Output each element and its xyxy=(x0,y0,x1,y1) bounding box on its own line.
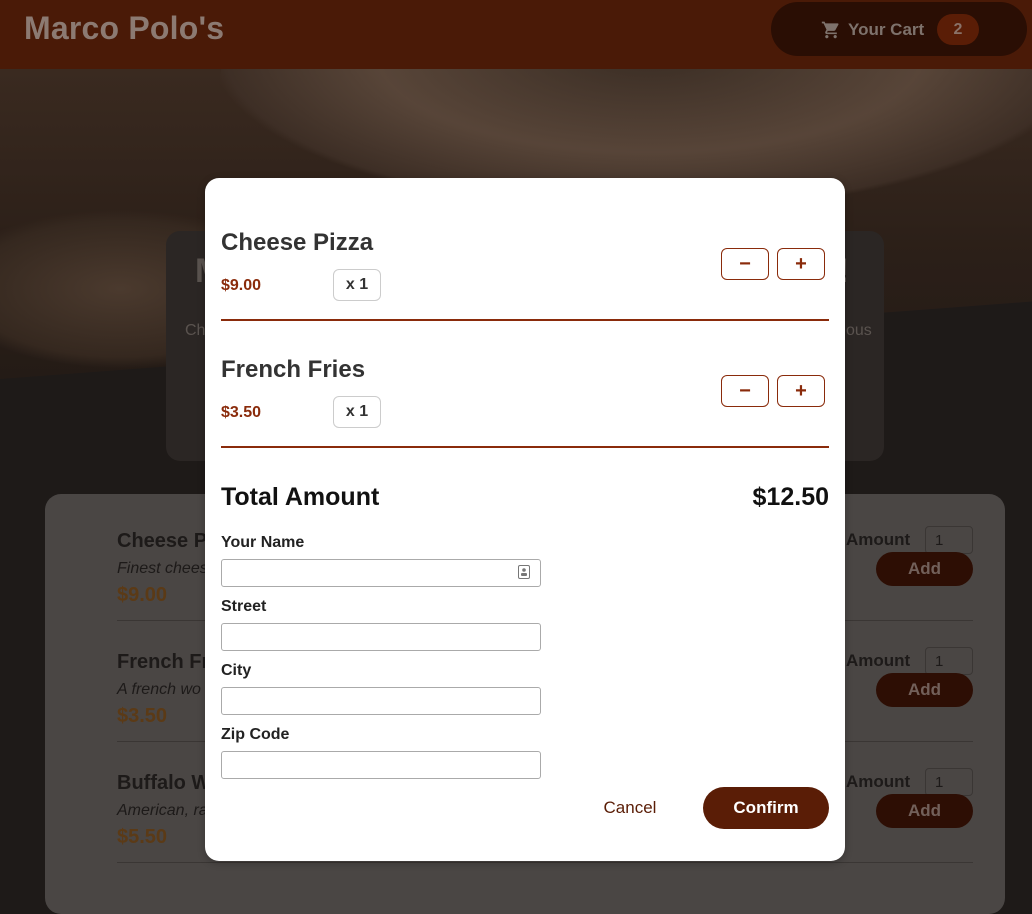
cart-item-price: $3.50 xyxy=(221,404,262,421)
total-amount-value: $12.50 xyxy=(752,483,829,511)
decrease-quantity-button[interactable]: − xyxy=(721,375,769,407)
cart-item-name: Cheese Pizza xyxy=(221,229,374,256)
contact-card-icon[interactable] xyxy=(518,565,530,579)
name-field-label: Your Name xyxy=(221,534,305,551)
item-divider xyxy=(221,446,829,448)
confirm-button[interactable]: Confirm xyxy=(703,787,829,829)
cart-item-quantity: x 1 xyxy=(333,269,381,301)
street-input[interactable] xyxy=(221,623,541,651)
total-amount-label: Total Amount xyxy=(221,483,380,511)
zip-code-field-label: Zip Code xyxy=(221,726,290,743)
zip-code-input[interactable] xyxy=(221,751,541,779)
cancel-button[interactable]: Cancel xyxy=(593,787,667,829)
name-input[interactable] xyxy=(221,559,541,587)
street-field-label: Street xyxy=(221,598,267,615)
cart-modal: Cheese Pizza $9.00 x 1 − + French Fries … xyxy=(205,178,845,861)
decrease-quantity-button[interactable]: − xyxy=(721,248,769,280)
cart-item-name: French Fries xyxy=(221,356,366,383)
increase-quantity-button[interactable]: + xyxy=(777,248,825,280)
city-field-label: City xyxy=(221,662,252,679)
increase-quantity-button[interactable]: + xyxy=(777,375,825,407)
cart-item-quantity: x 1 xyxy=(333,396,381,428)
cart-item-price: $9.00 xyxy=(221,277,262,294)
cart-item: French Fries $3.50 x 1 − + xyxy=(221,305,829,448)
cart-item: Cheese Pizza $9.00 x 1 − + xyxy=(221,178,829,321)
city-input[interactable] xyxy=(221,687,541,715)
